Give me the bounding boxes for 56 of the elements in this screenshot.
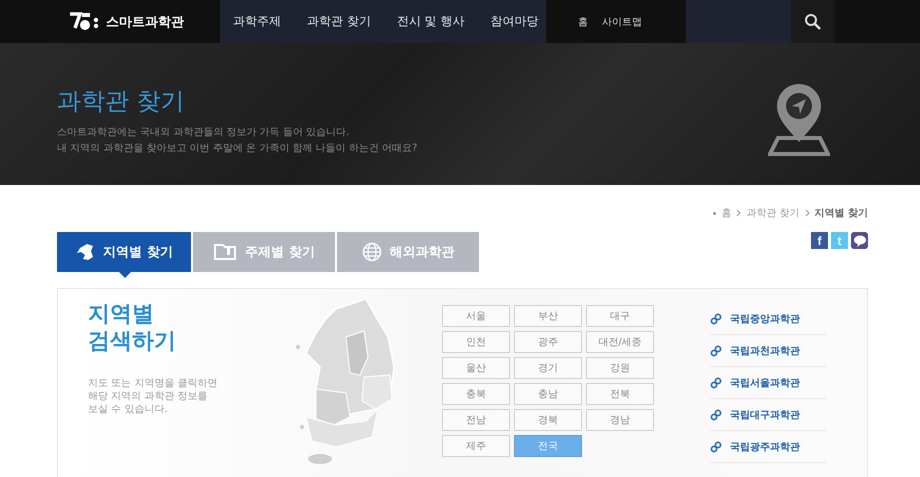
menu-item[interactable]: 참여마당 bbox=[477, 0, 552, 43]
region-button[interactable]: 광주 bbox=[514, 331, 582, 353]
link-icon bbox=[710, 408, 722, 420]
menu-item[interactable]: 전시 및 행사 bbox=[384, 0, 478, 43]
region-button[interactable]: 대전/세종 bbox=[586, 331, 654, 353]
breadcrumb-link[interactable]: 홈 bbox=[721, 206, 732, 220]
region-button[interactable]: 부산 bbox=[514, 305, 582, 327]
region-button[interactable]: 제주 bbox=[442, 435, 510, 457]
menu-item[interactable]: 과학관 찾기 bbox=[294, 0, 384, 43]
region-button[interactable]: 충남 bbox=[514, 383, 582, 405]
globe-icon bbox=[362, 242, 382, 262]
region-button[interactable]: 울산 bbox=[442, 357, 510, 379]
chevron-icon bbox=[736, 209, 742, 217]
share-button[interactable]: t bbox=[831, 232, 848, 249]
museum-link[interactable]: 국립광주과학관 bbox=[730, 440, 800, 454]
tab[interactable]: 주제별 찾기 bbox=[193, 232, 335, 272]
region-button[interactable]: 전남 bbox=[442, 409, 510, 431]
museum-link[interactable]: 국립과천과학관 bbox=[730, 344, 800, 358]
region-button[interactable]: 전국 bbox=[514, 435, 582, 457]
utility-link[interactable]: 사이트맵 bbox=[602, 14, 642, 28]
region-button[interactable]: 경북 bbox=[514, 409, 582, 431]
speech-bubble-button[interactable] bbox=[851, 232, 868, 249]
museum-link[interactable]: 국립서울과학관 bbox=[730, 376, 800, 390]
region-button[interactable]: 서울 bbox=[442, 305, 510, 327]
folder-icon bbox=[213, 243, 238, 261]
search-icon bbox=[804, 12, 822, 30]
region-button[interactable]: 경기 bbox=[514, 357, 582, 379]
panel-title: 지역별 검색하기 bbox=[88, 301, 177, 355]
share-button[interactable]: f bbox=[811, 232, 828, 249]
museum-link[interactable]: 국립중앙과학관 bbox=[730, 312, 800, 326]
link-icon bbox=[710, 440, 722, 452]
panel-description: 지도 또는 지역명을 클릭하면 해당 지역의 과학관 정보를 보실 수 있습니다. bbox=[88, 377, 219, 416]
region-button[interactable]: 경남 bbox=[586, 409, 654, 431]
utility-link[interactable]: 홈 bbox=[578, 14, 588, 28]
tab[interactable]: 해외과학관 bbox=[337, 232, 479, 272]
speech-bubble-icon bbox=[852, 234, 866, 246]
page-title: 과학관 찾기 bbox=[57, 86, 186, 117]
region-button[interactable]: 인천 bbox=[442, 331, 510, 353]
region-button[interactable]: 전북 bbox=[586, 383, 654, 405]
search-button[interactable] bbox=[791, 0, 835, 43]
chevron-icon bbox=[804, 209, 810, 217]
region-button[interactable]: 충북 bbox=[442, 383, 510, 405]
region-button[interactable]: 강원 bbox=[586, 357, 654, 379]
link-icon bbox=[710, 344, 722, 356]
region-button[interactable]: 대구 bbox=[586, 305, 654, 327]
banner-description: 스마트과학관에는 국내외 과학관들의 정보가 가득 들어 있습니다. bbox=[57, 126, 350, 139]
menu-item[interactable]: 과학주제 bbox=[220, 0, 294, 43]
map-icon bbox=[75, 243, 96, 261]
breadcrumb-link[interactable]: 과학관 찾기 bbox=[746, 206, 800, 220]
link-icon bbox=[710, 376, 722, 388]
museum-link[interactable]: 국립대구과학관 bbox=[730, 408, 800, 422]
link-icon bbox=[710, 312, 722, 324]
banner-description: 내 지역의 과학관을 찾아보고 이번 주말에 온 가족이 함께 나들이 하는건 어때요? bbox=[57, 142, 418, 155]
breadcrumb-link[interactable]: 지역별 찾기 bbox=[814, 206, 868, 220]
tab-pointer bbox=[119, 272, 131, 278]
logo-text[interactable]: 스마트과학관 bbox=[106, 12, 184, 30]
